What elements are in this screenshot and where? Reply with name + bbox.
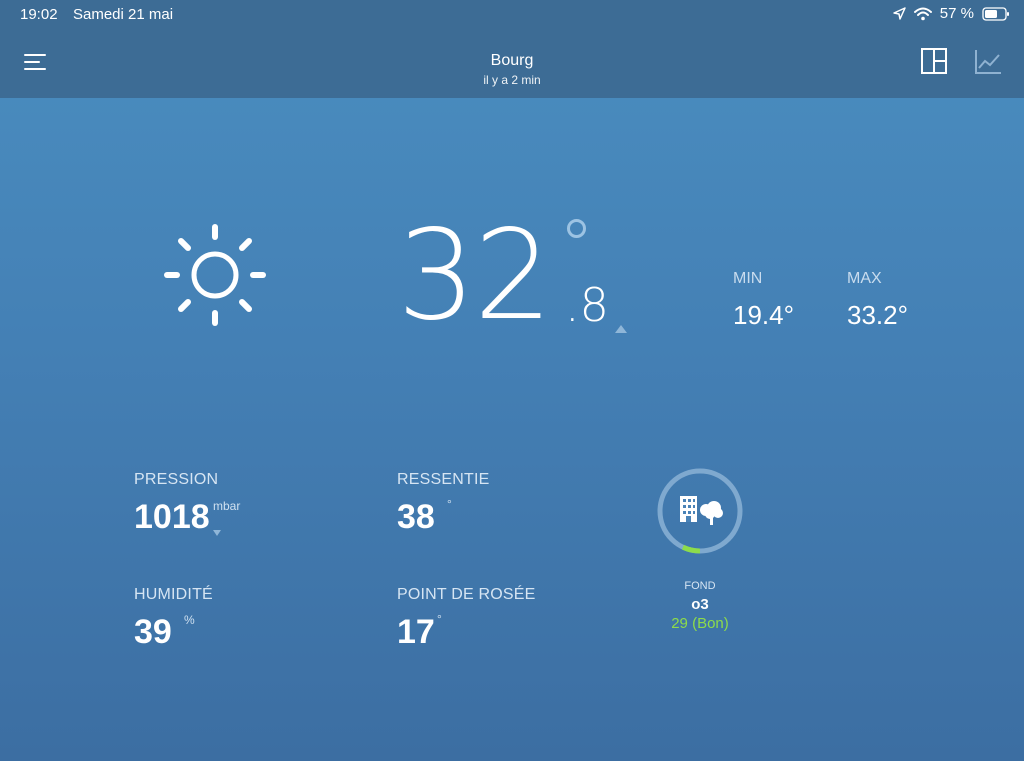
air-quality-pollutant: o3 [691, 596, 709, 613]
location-arrow-icon [893, 7, 906, 20]
dew-point-unit: ° [437, 612, 442, 626]
min-label: MIN [733, 270, 763, 287]
feels-like-label: RESSENTIE [397, 471, 490, 488]
current-temperature: 32 [397, 204, 553, 348]
battery-percent: 57 % [939, 5, 974, 22]
air-quality-label: FOND [684, 580, 716, 592]
air-quality-value: 29 (Bon) [671, 615, 729, 632]
app-bar: Bourg il y a 2 min [0, 30, 1024, 98]
status-right: 57 % [893, 5, 1010, 22]
max-label: MAX [847, 270, 882, 287]
status-time: 19:02 [20, 6, 58, 23]
battery-icon [982, 6, 1009, 21]
dew-point-label: POINT DE ROSÉE [397, 586, 536, 603]
feels-like-value: 38 [397, 498, 435, 536]
tree-icon [700, 501, 723, 525]
air-quality-gauge[interactable] [655, 466, 745, 556]
trend-down-icon [213, 530, 221, 536]
pressure-label: PRESSION [134, 471, 219, 488]
station-header[interactable]: Bourg il y a 2 min [0, 52, 1024, 87]
feels-like-unit: ° [447, 497, 452, 511]
pressure-value: 1018 [134, 498, 210, 536]
status-date: Samedi 21 mai [73, 6, 174, 23]
city-icon [680, 496, 697, 522]
min-value: 19.4° [733, 300, 795, 330]
wifi-icon [913, 7, 932, 20]
degree-symbol [567, 219, 586, 238]
dew-point-value: 17 [397, 613, 435, 651]
max-value: 33.2° [847, 300, 909, 330]
pressure-unit: mbar [213, 499, 241, 513]
status-bar: 19:02 Samedi 21 mai 57 % [0, 0, 1024, 30]
sun-icon [164, 224, 266, 326]
trend-up-icon [615, 325, 627, 333]
layout-icon[interactable] [921, 48, 947, 74]
chart-icon[interactable] [974, 49, 1002, 75]
station-title: Bourg [490, 52, 534, 69]
last-update: il y a 2 min [483, 73, 541, 87]
humidity-label: HUMIDITÉ [134, 586, 213, 603]
humidity-unit: % [184, 613, 195, 627]
humidity-value: 39 [134, 613, 172, 651]
current-temperature-decimal: .8 [565, 278, 609, 332]
